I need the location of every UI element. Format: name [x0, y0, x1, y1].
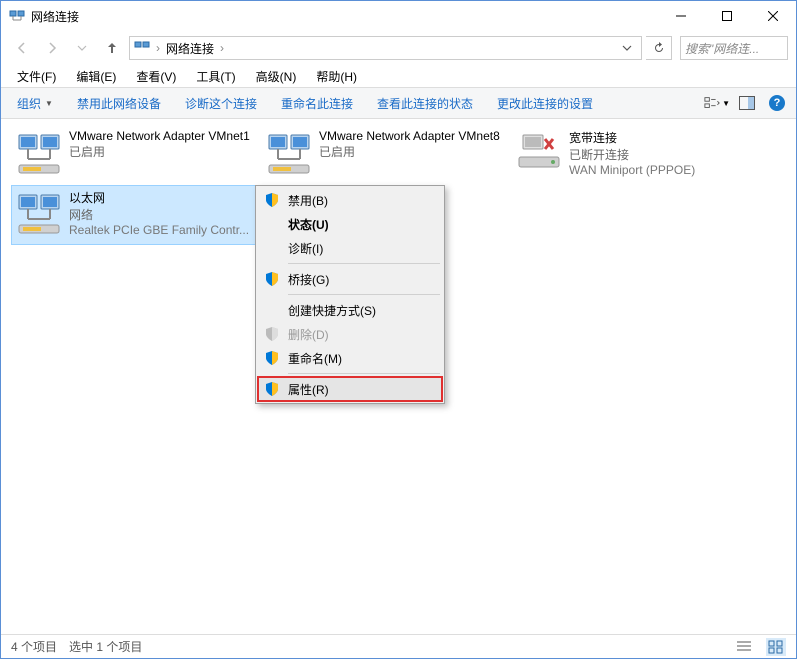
refresh-button[interactable] [646, 36, 672, 60]
adapter-item-selected[interactable]: 以太网 网络 Realtek PCIe GBE Family Contr... [11, 185, 261, 245]
view-options-button[interactable]: ▼ [704, 90, 730, 116]
organize-button[interactable]: 组织▼ [7, 91, 63, 116]
breadcrumb-sep[interactable]: › [152, 41, 164, 55]
adapter-item[interactable]: VMware Network Adapter VMnet1 已启用 [11, 125, 261, 185]
menu-help[interactable]: 帮助(H) [308, 66, 365, 87]
large-icons-view-button[interactable] [766, 638, 786, 656]
menu-separator [288, 263, 440, 264]
network-adapter-icon [15, 189, 63, 237]
minimize-button[interactable] [658, 1, 704, 31]
menu-tools[interactable]: 工具(T) [188, 66, 243, 87]
adapter-status: 网络 [69, 206, 249, 223]
menu-bar: 文件(F) 编辑(E) 查看(V) 工具(T) 高级(N) 帮助(H) [1, 65, 796, 87]
change-settings-button[interactable]: 更改此连接的设置 [487, 91, 603, 116]
view-status-button[interactable]: 查看此连接的状态 [367, 91, 483, 116]
network-adapter-icon [265, 129, 313, 177]
adapter-item[interactable]: 宽带连接 已断开连接 WAN Miniport (PPPOE) [511, 125, 761, 185]
menu-advanced[interactable]: 高级(N) [248, 66, 305, 87]
forward-button[interactable] [39, 35, 65, 61]
breadcrumb-sep[interactable]: › [216, 41, 228, 55]
up-button[interactable] [99, 35, 125, 61]
shield-icon [264, 381, 280, 397]
selection-count: 选中 1 个项目 [69, 638, 142, 655]
address-bar: › 网络连接 › 搜索"网络连... [1, 31, 796, 65]
title-bar: 网络连接 [1, 1, 796, 31]
shield-icon-disabled [264, 326, 280, 342]
context-diagnose[interactable]: 诊断(I) [258, 236, 442, 260]
menu-edit[interactable]: 编辑(E) [68, 66, 124, 87]
menu-file[interactable]: 文件(F) [9, 66, 64, 87]
close-button[interactable] [750, 1, 796, 31]
recent-button[interactable] [69, 35, 95, 61]
shield-icon [264, 271, 280, 287]
address-dropdown[interactable] [617, 37, 637, 59]
network-adapter-icon [15, 129, 63, 177]
context-properties[interactable]: 属性(R) [258, 377, 442, 401]
back-button[interactable] [9, 35, 35, 61]
item-count: 4 个项目 [11, 638, 57, 655]
address-path[interactable]: › 网络连接 › [129, 36, 642, 60]
adapter-name: 以太网 [69, 189, 249, 206]
details-view-button[interactable] [734, 638, 754, 656]
menu-separator [288, 294, 440, 295]
adapter-status: 已断开连接 [569, 146, 695, 163]
window-title: 网络连接 [31, 8, 658, 25]
adapter-name: VMware Network Adapter VMnet8 [319, 129, 500, 143]
shield-icon [264, 350, 280, 366]
adapter-device: Realtek PCIe GBE Family Contr... [69, 223, 249, 237]
maximize-button[interactable] [704, 1, 750, 31]
adapter-status: 已启用 [69, 143, 250, 160]
adapter-status: 已启用 [319, 143, 500, 160]
adapter-device: WAN Miniport (PPPOE) [569, 163, 695, 177]
adapter-name: VMware Network Adapter VMnet1 [69, 129, 250, 143]
diagnose-button[interactable]: 诊断这个连接 [175, 91, 267, 116]
search-input[interactable]: 搜索"网络连... [680, 36, 788, 60]
preview-pane-button[interactable] [734, 90, 760, 116]
menu-separator [288, 373, 440, 374]
context-status[interactable]: 状态(U) [258, 212, 442, 236]
context-delete: 删除(D) [258, 322, 442, 346]
context-rename[interactable]: 重命名(M) [258, 346, 442, 370]
adapter-name: 宽带连接 [569, 129, 695, 146]
context-bridge[interactable]: 桥接(G) [258, 267, 442, 291]
toolbar: 组织▼ 禁用此网络设备 诊断这个连接 重命名此连接 查看此连接的状态 更改此连接… [1, 87, 796, 119]
disable-device-button[interactable]: 禁用此网络设备 [67, 91, 171, 116]
breadcrumb-item[interactable]: 网络连接 [166, 40, 214, 57]
context-menu: 禁用(B) 状态(U) 诊断(I) 桥接(G) 创建快捷方式(S) 删除(D) … [255, 185, 445, 404]
broadband-icon [515, 129, 563, 177]
adapter-item[interactable]: VMware Network Adapter VMnet8 已启用 [261, 125, 511, 185]
context-shortcut[interactable]: 创建快捷方式(S) [258, 298, 442, 322]
context-disable[interactable]: 禁用(B) [258, 188, 442, 212]
status-bar: 4 个项目 选中 1 个项目 [1, 634, 796, 658]
app-icon-small [134, 39, 150, 58]
app-icon [9, 8, 25, 24]
shield-icon [264, 192, 280, 208]
help-button[interactable]: ? [764, 90, 790, 116]
menu-view[interactable]: 查看(V) [128, 66, 184, 87]
search-placeholder: 搜索"网络连... [685, 40, 759, 57]
rename-button[interactable]: 重命名此连接 [271, 91, 363, 116]
